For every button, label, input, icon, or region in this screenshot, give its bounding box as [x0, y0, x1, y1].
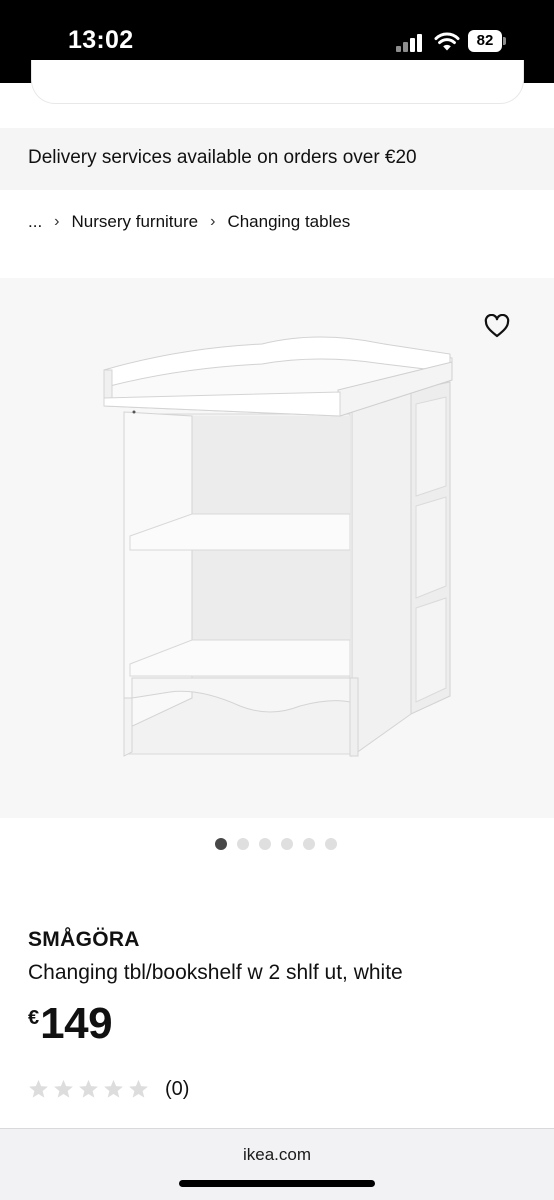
breadcrumb-changing-tables[interactable]: Changing tables	[227, 212, 350, 232]
price-amount: 149	[40, 999, 113, 1048]
carousel-dot[interactable]	[303, 838, 315, 850]
price-currency: €	[28, 1007, 40, 1029]
product-image[interactable]	[0, 278, 554, 818]
wishlist-button[interactable]	[480, 311, 514, 341]
heart-icon	[484, 314, 510, 338]
carousel-dot[interactable]	[325, 838, 337, 850]
battery-level: 82	[468, 30, 502, 52]
rating-count: (0)	[165, 1077, 190, 1100]
carousel-dots[interactable]	[215, 838, 337, 850]
star-icon	[104, 1079, 123, 1098]
page: 13:02 82 Delivery services available on …	[0, 0, 554, 1200]
chevron-right-icon: ›	[54, 213, 60, 230]
product-name[interactable]: SMÅGÖRA	[28, 928, 140, 952]
home-indicator[interactable]	[179, 1180, 375, 1187]
signal-icon	[396, 32, 424, 52]
carousel-dot[interactable]	[259, 838, 271, 850]
carousel-dot[interactable]	[281, 838, 293, 850]
carousel-dot[interactable]	[215, 838, 227, 850]
changing-table-illustration	[103, 336, 453, 757]
carousel-dot[interactable]	[237, 838, 249, 850]
breadcrumb-nursery-furniture[interactable]: Nursery furniture	[72, 212, 199, 232]
product-description: Changing tbl/bookshelf w 2 shlf ut, whit…	[28, 961, 403, 984]
star-icon	[29, 1079, 48, 1098]
delivery-banner: Delivery services available on orders ov…	[0, 128, 554, 190]
search-bar[interactable]	[31, 60, 524, 104]
delivery-text: Delivery services available on orders ov…	[28, 147, 417, 168]
product-price: € 149	[28, 999, 113, 1050]
breadcrumb-ellipsis[interactable]: ...	[28, 212, 42, 232]
status-time: 13:02	[68, 26, 134, 54]
star-icon	[79, 1079, 98, 1098]
chevron-right-icon: ›	[210, 213, 216, 230]
wifi-icon	[434, 32, 460, 51]
star-icon	[54, 1079, 73, 1098]
star-icon	[129, 1079, 148, 1098]
rating[interactable]: (0)	[28, 1076, 189, 1102]
battery-icon: 82	[468, 30, 506, 52]
address-bar-url[interactable]: ikea.com	[0, 1145, 554, 1165]
breadcrumb: ... › Nursery furniture › Changing table…	[28, 210, 350, 234]
